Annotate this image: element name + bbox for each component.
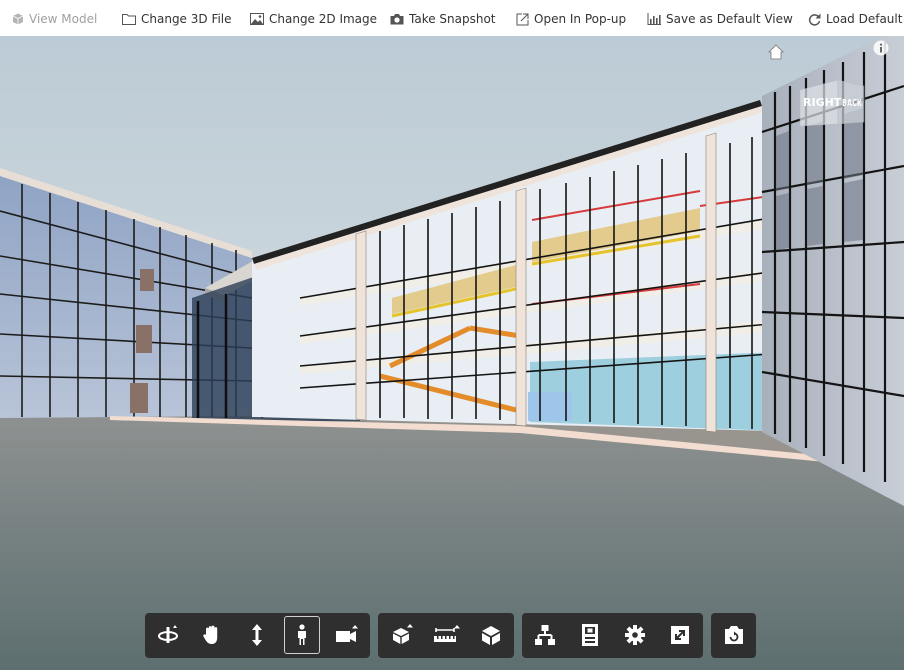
fullscreen-icon — [671, 626, 689, 644]
orbit-button[interactable] — [150, 616, 186, 654]
info-icon[interactable] — [873, 40, 889, 56]
fullscreen-button[interactable] — [662, 616, 698, 654]
cube-icon — [12, 13, 24, 25]
section-icon — [482, 626, 500, 645]
open-in-popup-button[interactable]: Open In Pop-up — [516, 9, 626, 29]
take-snapshot-label: Take Snapshot — [409, 12, 496, 26]
zoom-icon — [252, 624, 262, 646]
settings-icon — [625, 625, 645, 645]
open-in-popup-label: Open In Pop-up — [534, 12, 627, 26]
reset-view-button[interactable] — [716, 616, 752, 654]
external-link-icon — [516, 13, 529, 25]
view-model-label: View Model — [29, 12, 98, 26]
home-icon[interactable] — [768, 44, 784, 60]
change-2d-image-label: Change 2D Image — [269, 12, 378, 26]
save-default-view-label: Save as Default View — [666, 12, 793, 26]
change-2d-image-button[interactable]: Change 2D Image — [250, 9, 377, 29]
view-model-button[interactable]: View Model — [12, 9, 97, 29]
take-snapshot-button[interactable]: Take Snapshot — [390, 9, 496, 29]
properties-icon — [582, 624, 598, 646]
first-person-button[interactable] — [284, 616, 320, 654]
pan-icon — [203, 625, 218, 644]
image-icon — [250, 13, 264, 25]
viewcube-back-face[interactable]: BACK — [842, 98, 863, 109]
refresh-icon — [808, 13, 821, 26]
load-default-view-button[interactable]: Load Default View — [808, 9, 904, 29]
folder-icon — [122, 14, 136, 25]
camera-icon — [390, 14, 404, 25]
bar-chart-icon — [647, 13, 661, 25]
pan-button[interactable] — [194, 616, 230, 654]
camera-button[interactable] — [329, 616, 365, 654]
properties-button[interactable] — [572, 616, 608, 654]
first-person-icon — [298, 624, 306, 645]
viewcube[interactable]: RIGHT BACK — [798, 78, 866, 128]
viewcube-right-face[interactable]: RIGHT — [803, 96, 842, 109]
zoom-button[interactable] — [239, 616, 275, 654]
orbit-icon — [158, 625, 178, 643]
model-browser-button[interactable] — [527, 616, 563, 654]
3d-viewer-canvas[interactable]: RIGHT BACK — [0, 36, 904, 670]
save-default-view-button[interactable]: Save as Default View — [647, 9, 793, 29]
explode-button[interactable] — [384, 616, 420, 654]
explode-icon — [393, 624, 413, 644]
section-button[interactable] — [473, 616, 509, 654]
reset-view-icon — [725, 626, 743, 644]
camera-icon — [336, 625, 358, 642]
model-browser-icon — [535, 625, 555, 645]
measure-icon — [434, 625, 460, 642]
change-3d-file-label: Change 3D File — [141, 12, 232, 26]
settings-button[interactable] — [617, 616, 653, 654]
building-scene — [0, 36, 904, 670]
top-toolbar: View Model Change 3D File Change 2D Imag… — [0, 0, 904, 37]
measure-button[interactable] — [428, 616, 464, 654]
load-default-view-label: Load Default View — [826, 12, 904, 26]
change-3d-file-button[interactable]: Change 3D File — [122, 9, 232, 29]
